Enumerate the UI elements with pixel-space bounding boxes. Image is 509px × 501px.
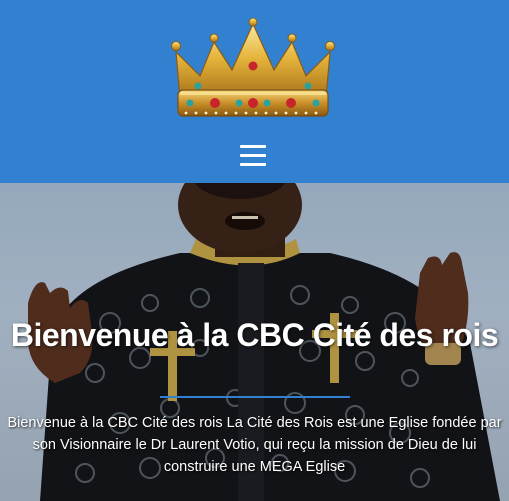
title-divider bbox=[160, 396, 350, 398]
hero-title: Bienvenue à la CBC Cité des rois bbox=[10, 317, 499, 353]
site-header bbox=[0, 0, 509, 183]
crown-icon[interactable] bbox=[170, 18, 336, 122]
hamburger-menu-icon[interactable] bbox=[240, 145, 266, 167]
hero-banner: Bienvenue à la CBC Cité des rois Bienven… bbox=[0, 183, 509, 501]
hero-description: Bienvenue à la CBC Cité des rois La Cité… bbox=[7, 415, 502, 475]
